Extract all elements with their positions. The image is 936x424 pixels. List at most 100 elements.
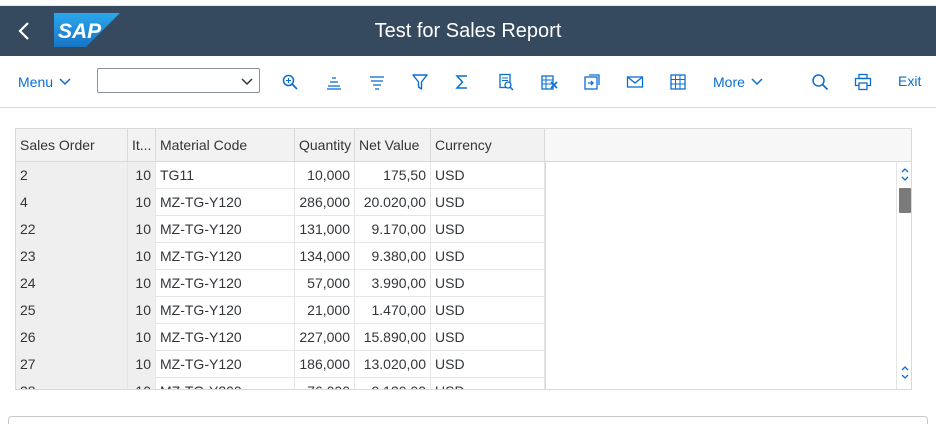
cell-item[interactable]: 10	[128, 270, 156, 297]
cell-quantity[interactable]: 76,000	[295, 378, 355, 389]
table-row[interactable]: 22 10 MZ-TG-Y120 131,000 9.170,00 USD	[16, 216, 545, 243]
find-button[interactable]	[279, 71, 301, 93]
cell-material-code[interactable]: MZ-TG-Y120	[156, 351, 295, 378]
table-row[interactable]: 24 10 MZ-TG-Y120 57,000 3.990,00 USD	[16, 270, 545, 297]
cell-material-code[interactable]: MZ-TG-Y120	[156, 324, 295, 351]
cell-net-value[interactable]: 3.990,00	[355, 270, 431, 297]
cell-currency[interactable]: USD	[431, 270, 545, 297]
cell-material-code[interactable]: MZ-TG-Y200	[156, 378, 295, 389]
column-header-item[interactable]: It...	[128, 129, 156, 162]
search-button[interactable]	[809, 71, 831, 93]
export-spreadsheet-button[interactable]	[538, 71, 560, 93]
cell-sales-order[interactable]: 25	[16, 297, 128, 324]
cell-currency[interactable]: USD	[431, 189, 545, 216]
cell-quantity[interactable]: 227,000	[295, 324, 355, 351]
cell-item[interactable]: 10	[128, 351, 156, 378]
scroll-down-button[interactable]	[899, 362, 911, 384]
cell-net-value[interactable]: 175,50	[355, 162, 431, 189]
export-spreadsheet-icon	[541, 75, 558, 90]
scroll-up-button[interactable]	[899, 162, 911, 184]
print-button[interactable]	[852, 71, 874, 93]
sort-ascending-icon	[327, 77, 341, 90]
cell-currency[interactable]: USD	[431, 243, 545, 270]
cell-net-value[interactable]: 9.120,00	[355, 378, 431, 389]
layout-button[interactable]	[667, 71, 689, 93]
command-input[interactable]	[98, 69, 233, 92]
cell-quantity[interactable]: 10,000	[295, 162, 355, 189]
footer-panel	[8, 416, 928, 424]
cell-currency[interactable]: USD	[431, 378, 545, 389]
column-header-quantity[interactable]: Quantity	[295, 129, 355, 162]
menu-button[interactable]: Menu	[18, 71, 71, 93]
search-icon	[812, 74, 829, 91]
sum-button[interactable]	[451, 71, 473, 93]
cell-material-code[interactable]: MZ-TG-Y120	[156, 189, 295, 216]
cell-currency[interactable]: USD	[431, 297, 545, 324]
cell-currency[interactable]: USD	[431, 216, 545, 243]
exit-button[interactable]: Exit	[898, 73, 921, 89]
table-row[interactable]: 2810MZ-TG-Y20076,0009.120,00USD	[16, 378, 545, 389]
cell-quantity[interactable]: 57,000	[295, 270, 355, 297]
cell-sales-order[interactable]: 27	[16, 351, 128, 378]
send-mail-button[interactable]	[624, 71, 646, 93]
print-preview-button[interactable]	[495, 71, 517, 93]
cell-material-code[interactable]: MZ-TG-Y120	[156, 270, 295, 297]
cell-item[interactable]: 10	[128, 162, 156, 189]
table-row[interactable]: 27 10 MZ-TG-Y120 186,000 13.020,00 USD	[16, 351, 545, 378]
column-header-net-value[interactable]: Net Value	[355, 129, 431, 162]
filter-button[interactable]	[409, 71, 431, 93]
cell-item[interactable]: 10	[128, 324, 156, 351]
sort-ascending-button[interactable]	[323, 71, 345, 93]
cell-currency[interactable]: USD	[431, 351, 545, 378]
cell-item[interactable]: 10	[128, 243, 156, 270]
cell-net-value[interactable]: 9.380,00	[355, 243, 431, 270]
cell-net-value[interactable]: 1.470,00	[355, 297, 431, 324]
sort-descending-button[interactable]	[366, 71, 388, 93]
command-dropdown[interactable]	[239, 73, 255, 89]
scroll-thumb[interactable]	[899, 188, 911, 213]
cell-item[interactable]: 10	[128, 216, 156, 243]
cell-quantity[interactable]: 134,000	[295, 243, 355, 270]
cell-sales-order[interactable]: 26	[16, 324, 128, 351]
cell-material-code[interactable]: MZ-TG-Y120	[156, 216, 295, 243]
cell-quantity[interactable]: 131,000	[295, 216, 355, 243]
table-row[interactable]: 2 10 TG11 10,000 175,50 USD	[16, 162, 545, 189]
vertical-scrollbar[interactable]	[896, 162, 911, 389]
cell-material-code[interactable]: MZ-TG-Y120	[156, 297, 295, 324]
cell-quantity[interactable]: 186,000	[295, 351, 355, 378]
cell-item[interactable]: 10	[128, 378, 156, 389]
cell-sales-order[interactable]: 24	[16, 270, 128, 297]
table-row[interactable]: 26 10 MZ-TG-Y120 227,000 15.890,00 USD	[16, 324, 545, 351]
column-header-sales-order[interactable]: Sales Order	[16, 129, 128, 162]
cell-material-code[interactable]: TG11	[156, 162, 295, 189]
cell-currency[interactable]: USD	[431, 324, 545, 351]
table-row[interactable]: 4 10 MZ-TG-Y120 286,000 20.020,00 USD	[16, 189, 545, 216]
cell-sales-order[interactable]: 22	[16, 216, 128, 243]
cell-net-value[interactable]: 13.020,00	[355, 351, 431, 378]
sum-icon	[455, 75, 467, 89]
cell-net-value[interactable]: 15.890,00	[355, 324, 431, 351]
table-row[interactable]: 25 10 MZ-TG-Y120 21,000 1.470,00 USD	[16, 297, 545, 324]
table-row[interactable]: 23 10 MZ-TG-Y120 134,000 9.380,00 USD	[16, 243, 545, 270]
export-icon	[584, 74, 600, 90]
cell-net-value[interactable]: 20.020,00	[355, 189, 431, 216]
cell-currency[interactable]: USD	[431, 162, 545, 189]
cell-sales-order[interactable]: 2	[16, 162, 128, 189]
cell-net-value[interactable]: 9.170,00	[355, 216, 431, 243]
cell-material-code[interactable]: MZ-TG-Y120	[156, 243, 295, 270]
more-button[interactable]: More	[713, 71, 763, 93]
cell-sales-order[interactable]: 23	[16, 243, 128, 270]
column-header-currency[interactable]: Currency	[431, 129, 545, 162]
cell-sales-order[interactable]: 4	[16, 189, 128, 216]
print-preview-icon	[499, 73, 514, 91]
column-header-material-code[interactable]: Material Code	[156, 129, 295, 162]
cell-item[interactable]: 10	[128, 297, 156, 324]
cell-quantity[interactable]: 21,000	[295, 297, 355, 324]
back-button[interactable]	[8, 16, 40, 46]
sap-logo: SAP	[54, 13, 120, 47]
cell-sales-order[interactable]: 28	[16, 378, 128, 389]
export-button[interactable]	[581, 71, 603, 93]
cell-item[interactable]: 10	[128, 189, 156, 216]
command-field[interactable]	[97, 68, 260, 93]
cell-quantity[interactable]: 286,000	[295, 189, 355, 216]
